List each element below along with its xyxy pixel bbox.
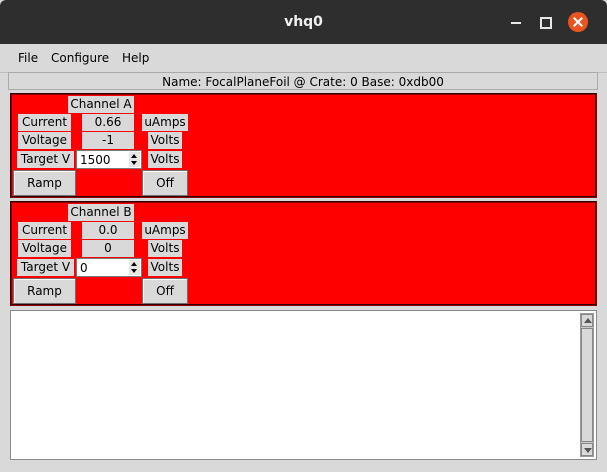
- ramp-button[interactable]: Ramp: [13, 170, 76, 196]
- title-bar[interactable]: vhq0: [0, 0, 607, 44]
- minimize-icon[interactable]: [508, 14, 524, 30]
- current-label: Current: [18, 222, 71, 239]
- channel-b-panel: Channel B Current 0.0 uAmps Voltage 0 Vo…: [10, 201, 597, 306]
- spin-up-icon[interactable]: [131, 262, 137, 266]
- maximize-icon[interactable]: [537, 14, 553, 30]
- menu-help[interactable]: Help: [122, 44, 149, 72]
- menu-configure[interactable]: Configure: [51, 44, 109, 72]
- off-button[interactable]: Off: [142, 278, 188, 304]
- voltage-label: Voltage: [18, 240, 71, 257]
- target-unit: Volts: [148, 151, 182, 168]
- spin-arrows[interactable]: [129, 152, 140, 167]
- channel-title: Channel A: [68, 96, 134, 113]
- target-v-input[interactable]: [78, 151, 130, 168]
- current-value: 0.66: [82, 114, 134, 131]
- scroll-up-icon[interactable]: [581, 314, 593, 327]
- voltage-value: 0: [82, 240, 134, 257]
- current-unit: uAmps: [142, 222, 188, 239]
- close-icon[interactable]: [568, 12, 588, 32]
- ramp-button[interactable]: Ramp: [13, 278, 76, 304]
- target-v-label: Target V: [17, 151, 74, 168]
- spin-up-icon[interactable]: [131, 154, 137, 158]
- menu-file[interactable]: File: [18, 44, 38, 72]
- menu-bar: File Configure Help: [0, 44, 607, 73]
- target-v-spinbox[interactable]: [76, 258, 142, 277]
- spin-arrows[interactable]: [129, 260, 140, 275]
- off-button[interactable]: Off: [142, 170, 188, 196]
- target-v-spinbox[interactable]: [76, 150, 142, 169]
- voltage-unit: Volts: [148, 132, 182, 149]
- voltage-value: -1: [82, 132, 134, 149]
- current-label: Current: [18, 114, 71, 131]
- current-unit: uAmps: [142, 114, 188, 131]
- target-v-label: Target V: [17, 259, 74, 276]
- spin-down-icon[interactable]: [131, 269, 137, 273]
- spin-down-icon[interactable]: [131, 161, 137, 165]
- current-value: 0.0: [82, 222, 134, 239]
- voltage-unit: Volts: [148, 240, 182, 257]
- target-v-input[interactable]: [78, 259, 130, 276]
- channel-title: Channel B: [68, 204, 134, 221]
- scroll-thumb[interactable]: [581, 328, 593, 442]
- target-unit: Volts: [148, 259, 182, 276]
- channel-a-panel: Channel A Current 0.66 uAmps Voltage -1 …: [10, 93, 597, 198]
- device-header: Name: FocalPlaneFoil @ Crate: 0 Base: 0x…: [8, 72, 598, 90]
- app-window: vhq0 File Configure Help Name: FocalPlan…: [0, 0, 607, 472]
- log-textarea[interactable]: [10, 310, 597, 460]
- scroll-down-icon[interactable]: [581, 443, 593, 456]
- vertical-scrollbar[interactable]: [580, 313, 594, 457]
- voltage-label: Voltage: [18, 132, 71, 149]
